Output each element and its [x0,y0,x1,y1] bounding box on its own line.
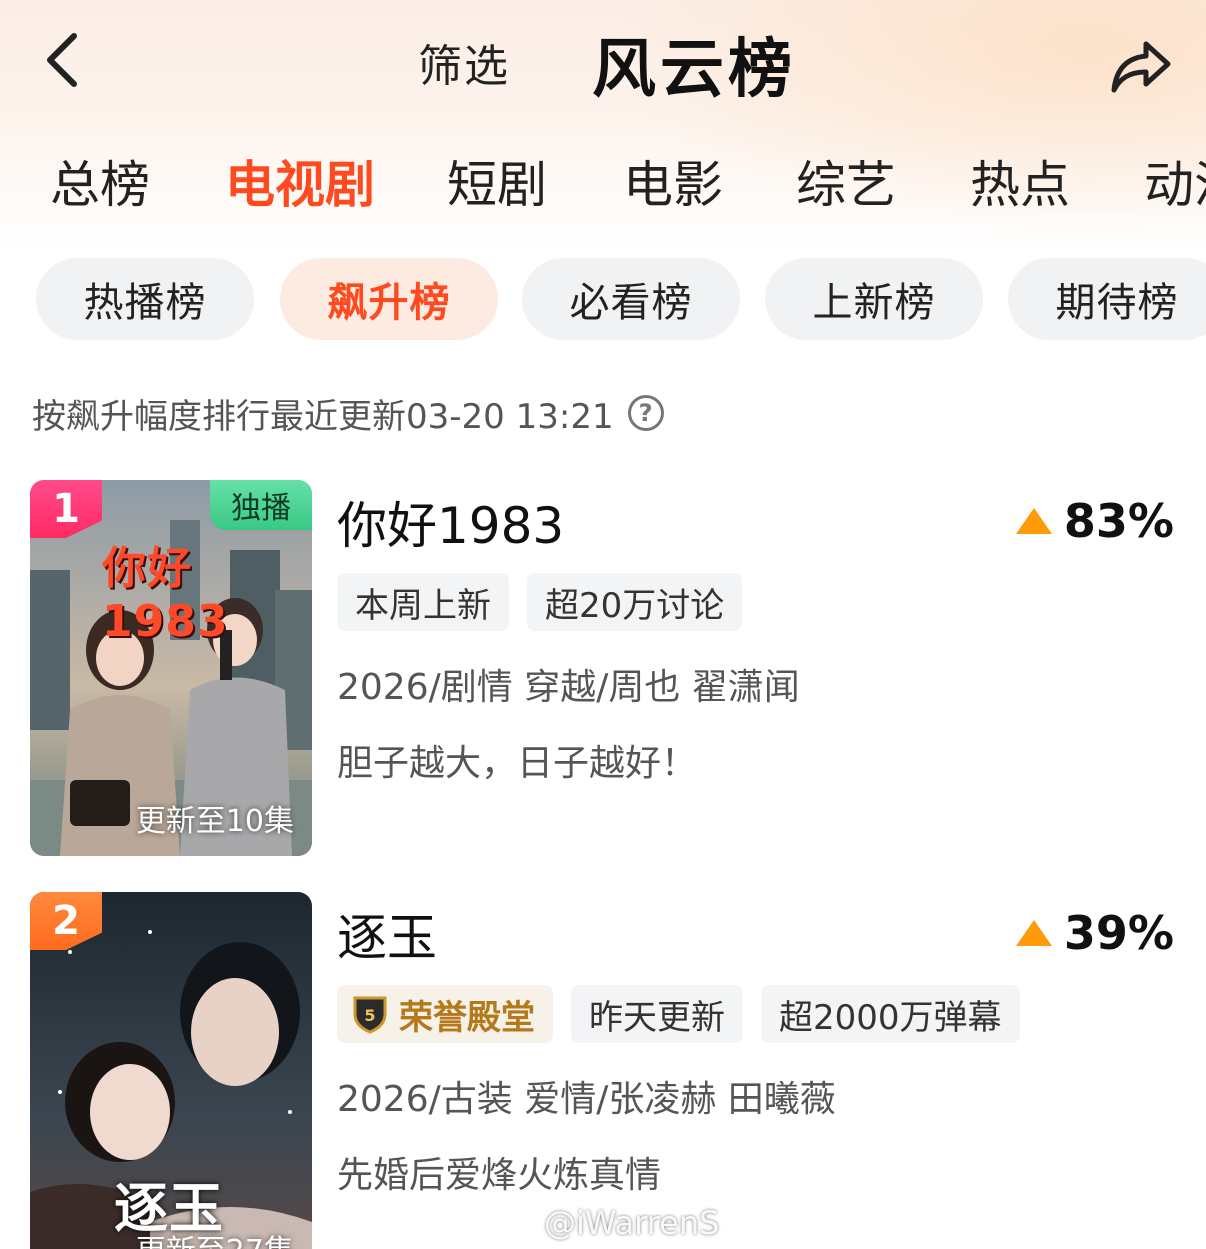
item-meta: 2026/剧情 穿越/周也 翟潇闻 [337,667,800,708]
tab-movie[interactable]: 电影 [623,145,723,215]
share-icon [1111,41,1171,93]
back-button[interactable] [40,30,90,90]
tab-tv-series[interactable]: 电视剧 [225,145,375,215]
top-navigation-bar: 筛选 风云榜 [0,0,1206,125]
weibo-logo-icon [498,1209,537,1239]
category-tabs: 总榜 电视剧 短剧 电影 综艺 热点 动漫 [0,145,1206,215]
help-icon[interactable]: ? [627,395,664,431]
item-slogan: 胆子越大，日子越好！ [337,743,698,784]
share-button[interactable] [1108,36,1174,96]
tab-short-drama[interactable]: 短剧 [447,145,547,215]
update-info-text: 按飙升幅度排行最近更新03-20 13:21 [32,396,614,437]
up-arrow-icon [1015,920,1052,946]
exclusive-badge: 独播 [210,480,312,530]
item-title[interactable]: 你好1983 [337,486,564,558]
chevron-left-icon [47,33,77,87]
rank-change-value: 39% [1063,906,1174,960]
pill-hot-playing[interactable]: 热播榜 [36,258,254,340]
pill-must-watch[interactable]: 必看榜 [522,258,740,340]
list-item[interactable]: 你好1983 1 独播 更新至10集 你好1983 83% 本周上新 超20万讨… [0,480,1206,856]
item-title[interactable]: 逐玉 [337,898,437,970]
poster-image[interactable]: 逐玉 2 更新至27集 [30,892,312,1249]
episode-label: 更新至27集 [136,1226,294,1249]
honor-level: 5 [364,1006,375,1025]
tab-anime[interactable]: 动漫 [1144,145,1206,215]
rank-change: 83% [1015,494,1174,548]
up-arrow-icon [1015,508,1052,534]
tab-overall[interactable]: 总榜 [50,145,150,215]
tag-list: 本周上新 超20万讨论 [337,573,743,631]
rank-change: 39% [1015,906,1174,960]
honor-tag-label: 荣誉殿堂 [399,997,535,1038]
tag: 超2000万弹幕 [761,985,1020,1043]
rank-type-tabs: 热播榜 飙升榜 必看榜 上新榜 期待榜 [0,258,1206,342]
episode-label: 更新至10集 [135,804,294,839]
page-title: 风云榜 [592,33,796,107]
list-item[interactable]: 逐玉 2 更新至27集 逐玉 39% 5 荣誉殿堂 昨天更新 超2000万弹幕 … [0,892,1206,1249]
tag: 本周上新 [337,573,509,631]
pill-anticipated[interactable]: 期待榜 [1008,258,1206,340]
pill-new-release[interactable]: 上新榜 [765,258,983,340]
honor-shield-icon: 5 [353,996,387,1034]
item-slogan: 先婚后爱烽火炼真情 [337,1155,662,1196]
item-meta: 2026/古装 爱情/张凌赫 田曦薇 [337,1079,836,1120]
honor-tag: 5 荣誉殿堂 [337,985,553,1043]
poster-title-text: 你好1983 [102,543,229,647]
rank-change-value: 83% [1063,494,1174,548]
update-info: 按飙升幅度排行最近更新03-20 13:21 ? [32,390,664,437]
tag: 昨天更新 [571,985,743,1043]
watermark: @iWarrenS [498,1204,719,1242]
tag-list: 5 荣誉殿堂 昨天更新 超2000万弹幕 [337,985,1020,1043]
tab-variety[interactable]: 综艺 [796,145,896,215]
tag: 超20万讨论 [527,573,743,631]
pill-rising[interactable]: 飙升榜 [280,258,498,340]
tab-trending[interactable]: 热点 [970,145,1070,215]
watermark-text: @iWarrenS [544,1204,720,1242]
poster-image[interactable]: 你好1983 1 独播 更新至10集 [30,480,312,856]
filter-button[interactable]: 筛选 [418,30,510,94]
